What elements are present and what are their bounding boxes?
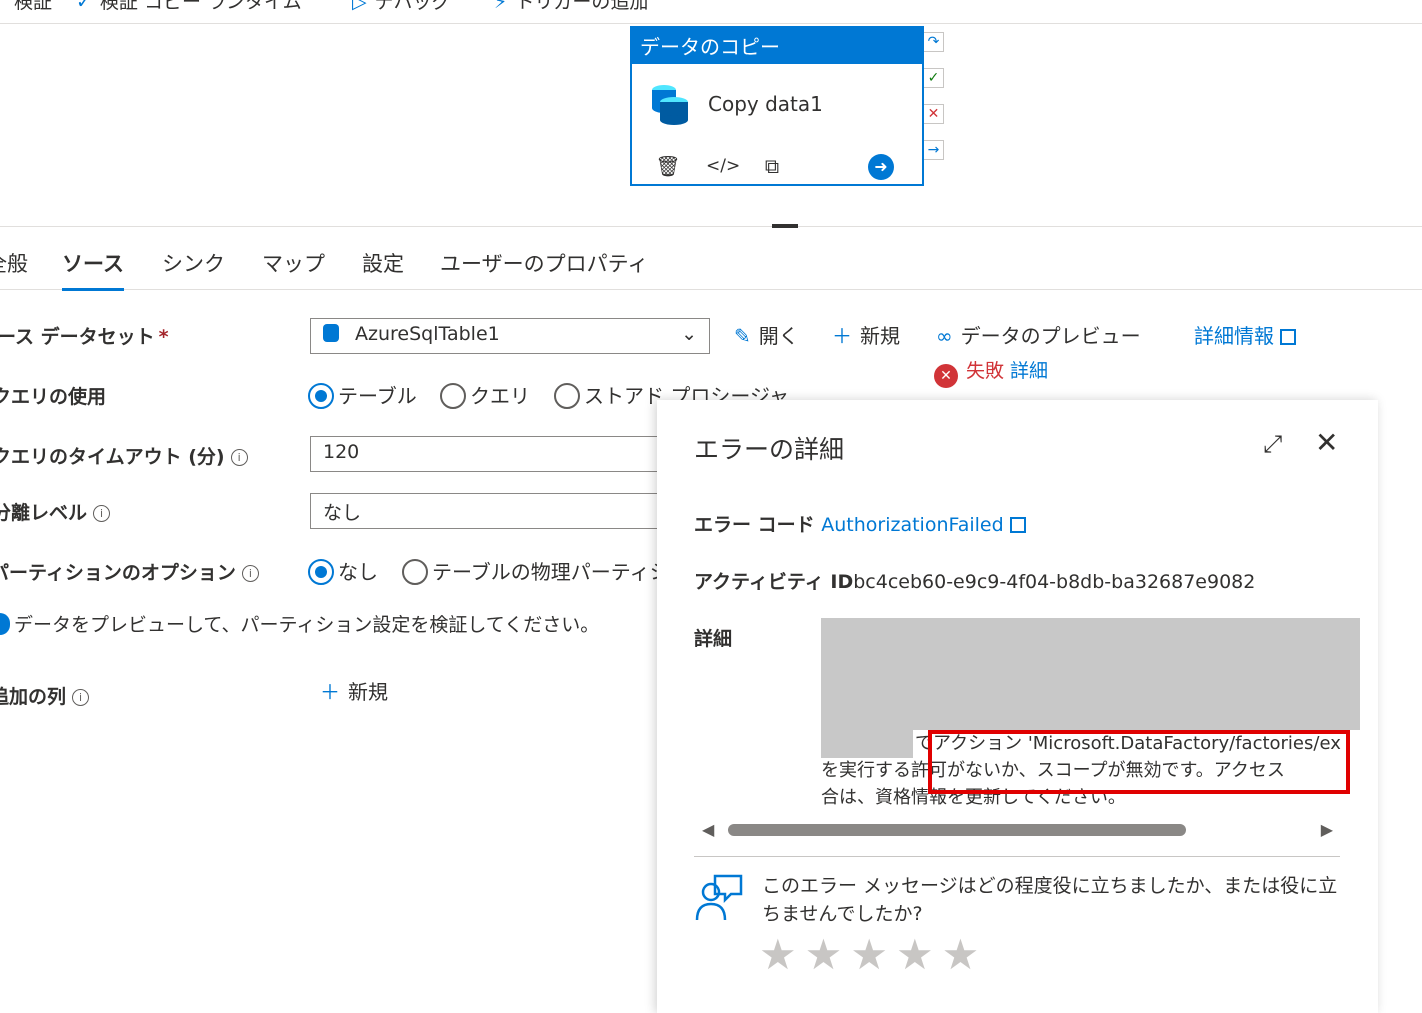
add-column-button[interactable]: ＋新規 <box>320 676 388 705</box>
add-trigger-button[interactable]: ⚡ トリガーの追加 <box>494 0 648 14</box>
plus-icon: ＋ <box>320 680 340 704</box>
more-info-link[interactable]: 詳細情報 <box>1194 320 1296 349</box>
pencil-icon: ✎ <box>734 324 751 348</box>
info-dot-icon <box>0 613 10 635</box>
radio-table[interactable]: テーブル <box>308 380 417 409</box>
additional-columns-label: 追加の列i <box>0 682 90 709</box>
error-details-panel: エラーの詳細 ⤢ ✕ エラー コード AuthorizationFailed ア… <box>657 400 1378 1013</box>
highlight-annotation <box>928 730 1350 794</box>
error-code-row: エラー コード AuthorizationFailed <box>694 510 1026 537</box>
clone-icon[interactable]: ⧉ <box>758 152 786 180</box>
expand-icon[interactable]: ⤢ <box>1263 430 1282 458</box>
close-icon[interactable]: ✕ <box>1315 426 1338 459</box>
debug-button[interactable]: ▷ デバッグ <box>352 0 451 14</box>
star-icon[interactable]: ★ <box>942 930 988 979</box>
info-icon[interactable]: i <box>93 505 111 522</box>
source-dataset-label: ソース データセット* <box>0 326 169 348</box>
activity-id-value: bc4ceb60-e9c9-4f04-b8db-ba32687e9082 <box>853 571 1256 593</box>
radio-query[interactable]: クエリ <box>440 380 530 409</box>
copy-activity-card[interactable]: データのコピー Copy data1 🗑 </> ⧉ ➜ <box>630 26 924 186</box>
tab-sink[interactable]: シンク <box>162 248 225 288</box>
tab-source[interactable]: ソース <box>62 248 124 291</box>
validate-button[interactable]: 検証 <box>14 0 52 14</box>
panel-title: エラーの詳細 <box>694 435 845 464</box>
star-icon[interactable]: ★ <box>896 930 942 979</box>
info-icon[interactable]: i <box>230 449 248 466</box>
tab-mapping[interactable]: マップ <box>262 248 325 288</box>
toolbar: 検証 ✓ 検証 コピー ランタイム ▷ デバッグ ⚡ トリガーの追加 <box>0 0 1422 24</box>
error-details-link[interactable]: 詳細 <box>1010 360 1048 382</box>
star-icon[interactable]: ★ <box>850 930 896 979</box>
tab-settings[interactable]: 設定 <box>362 248 404 288</box>
partition-hint: データをプレビューして、パーティション設定を検証してください。 <box>0 610 599 637</box>
feedback-person-icon <box>695 874 743 921</box>
splitter-handle[interactable] <box>772 224 798 228</box>
info-icon[interactable]: i <box>241 565 259 582</box>
use-query-label: クエリの使用 <box>0 386 107 408</box>
failure-x-icon[interactable]: ✕ <box>924 104 944 124</box>
scroll-left-icon[interactable]: ◀ <box>702 820 714 839</box>
check-icon: ✓ <box>76 0 92 13</box>
arrow-right-icon[interactable]: ➜ <box>868 154 894 180</box>
open-dataset-button[interactable]: ✎ 開く <box>734 320 799 349</box>
validate-copy-runtime-button[interactable]: ✓ 検証 コピー ランタイム <box>76 0 302 14</box>
database-copy-icon <box>652 85 688 125</box>
divider <box>694 856 1340 857</box>
success-check-icon[interactable]: ✓ <box>924 68 944 88</box>
new-dataset-button[interactable]: ＋新規 <box>832 320 900 349</box>
tab-user-properties[interactable]: ユーザーのプロパティ <box>440 248 648 288</box>
star-icon[interactable]: ★ <box>805 930 851 979</box>
details-label: 詳細 <box>694 628 733 650</box>
properties-tabs: 全般 ソース シンク マップ 設定 ユーザーのプロパティ <box>0 244 1422 291</box>
rating-stars[interactable]: ★★★★★ <box>759 930 987 979</box>
radio-partition-none[interactable]: なし <box>308 556 378 585</box>
lightning-icon: ⚡ <box>494 0 508 13</box>
code-icon[interactable]: </> <box>706 152 740 180</box>
error-code-link[interactable]: AuthorizationFailed <box>821 514 1026 536</box>
info-icon[interactable]: i <box>72 689 90 706</box>
activity-name: Copy data1 <box>708 92 823 116</box>
glasses-icon: ∞ <box>936 324 953 348</box>
query-timeout-label: クエリのタイムアウト (分) i <box>0 442 248 469</box>
activity-type-header: データのコピー <box>632 28 922 64</box>
isolation-level-label: 分離レベル i <box>0 498 111 525</box>
activity-id-row: アクティビティ IDbc4ceb60-e9c9-4f04-b8db-ba3268… <box>694 571 1256 593</box>
external-link-icon <box>1009 517 1026 533</box>
skip-icon[interactable]: ↷ <box>924 32 944 52</box>
star-icon[interactable]: ★ <box>759 930 805 979</box>
activity-dependency-handles: ↷ ✓ ✕ → <box>924 32 944 176</box>
preview-data-button[interactable]: ∞ データのプレビュー <box>936 320 1141 349</box>
source-dataset-select[interactable]: AzureSqlTable1 ⌄ <box>310 318 710 354</box>
delete-icon[interactable]: 🗑 <box>654 152 682 180</box>
horizontal-scrollbar[interactable]: ◀ ▶ <box>694 818 1339 842</box>
error-circle-icon: ✕ <box>934 364 958 388</box>
feedback-question: このエラー メッセージはどの程度役に立ちましたか、または役に立ちませんでしたか? <box>762 875 1338 925</box>
scroll-right-icon[interactable]: ▶ <box>1321 820 1333 839</box>
completion-arrow-icon[interactable]: → <box>924 140 944 160</box>
external-link-icon <box>1280 329 1296 345</box>
pane-splitter <box>0 226 1422 227</box>
connection-status: ✕ 失敗 詳細 <box>934 356 1048 388</box>
scroll-thumb[interactable] <box>728 824 1186 836</box>
chevron-down-icon: ⌄ <box>681 323 697 345</box>
redacted-area <box>821 618 1360 730</box>
play-icon: ▷ <box>352 0 367 13</box>
partition-option-label: パーティションのオプション i <box>0 558 259 585</box>
sql-table-icon <box>323 324 339 342</box>
tab-general[interactable]: 全般 <box>0 248 28 288</box>
plus-icon: ＋ <box>832 324 852 348</box>
